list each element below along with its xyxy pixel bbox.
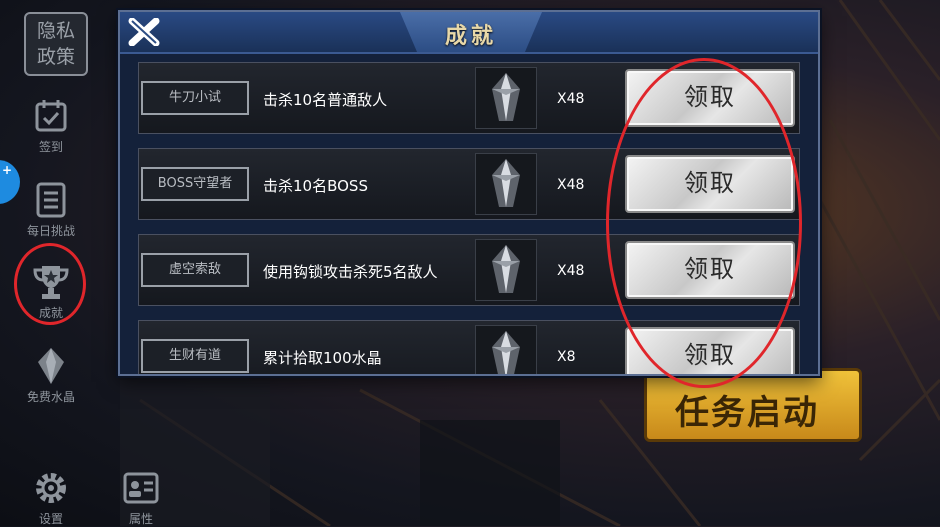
calendar-icon (35, 100, 67, 132)
sidebar-item-label: 每日挑战 (26, 224, 75, 238)
claim-button[interactable]: 领取 (625, 241, 795, 299)
close-button[interactable] (126, 16, 162, 48)
list-icon (36, 182, 66, 218)
achievement-row: 生财有道 累计拾取100水晶 X8 领取 (138, 320, 800, 374)
id-card-icon (123, 472, 159, 504)
privacy-policy-button[interactable]: 隐私政策 (24, 12, 88, 76)
crystal-icon (492, 159, 520, 207)
annotation-circle (14, 243, 86, 325)
panel-title: 成就 (444, 24, 497, 49)
reward-slot (475, 325, 537, 374)
achievement-description: 累计拾取100水晶 (263, 349, 382, 367)
claim-button[interactable]: 领取 (625, 155, 795, 213)
close-icon (128, 18, 160, 46)
sidebar-item-label: 设置 (38, 512, 63, 526)
achievement-row: 牛刀小试 击杀10名普通敌人 X48 领取 (138, 62, 800, 134)
claim-button[interactable]: 领取 (625, 69, 795, 127)
sidebar-item-label: 属性 (128, 512, 153, 526)
achievement-name: 生财有道 (141, 339, 249, 373)
reward-quantity: X8 (557, 349, 576, 365)
achievement-name: 虚空索敌 (141, 253, 249, 287)
achievement-description: 使用钩锁攻击杀死5名敌人 (263, 263, 438, 281)
reward-slot (475, 239, 537, 301)
crystal-icon (492, 73, 520, 121)
achievement-description: 击杀10名普通敌人 (263, 91, 388, 109)
reward-slot (475, 153, 537, 215)
reward-slot (475, 67, 537, 129)
achievement-list[interactable]: 牛刀小试 击杀10名普通敌人 X48 领取 BOSS守望者 击杀10名BOSS (138, 62, 802, 374)
crystal-icon (492, 331, 520, 374)
sidebar-item-settings[interactable]: 设置 (14, 468, 88, 527)
sidebar-item-attributes[interactable]: 属性 (104, 468, 178, 527)
sidebar-item-label: 签到 (38, 140, 63, 154)
sidebar-item-daily-challenge[interactable]: 每日挑战 (14, 180, 88, 239)
achievement-row: BOSS守望者 击杀10名BOSS X48 领取 (138, 148, 800, 220)
crystal-icon (492, 245, 520, 293)
achievement-description: 击杀10名BOSS (263, 177, 368, 195)
crystal-icon (38, 348, 64, 384)
gear-icon (36, 473, 66, 503)
reward-quantity: X48 (557, 91, 585, 107)
reward-quantity: X48 (557, 177, 585, 193)
achievement-name: 牛刀小试 (141, 81, 249, 115)
achievement-row: 虚空索敌 使用钩锁攻击杀死5名敌人 X48 领取 (138, 234, 800, 306)
panel-header: 成就 (120, 12, 818, 54)
claim-button[interactable]: 领取 (625, 327, 795, 374)
achievement-panel: 成就 牛刀小试 击杀10名普通敌人 X48 领取 BOSS守望者 击杀10名BO… (118, 10, 820, 376)
sidebar-item-label: 免费水晶 (26, 390, 75, 404)
sidebar-item-checkin[interactable]: 签到 (14, 96, 88, 155)
sidebar-item-free-crystal[interactable]: 免费水晶 (14, 346, 88, 405)
achievement-name: BOSS守望者 (141, 167, 249, 201)
reward-quantity: X48 (557, 263, 585, 279)
task-start-button[interactable]: 任务启动 (644, 368, 862, 442)
